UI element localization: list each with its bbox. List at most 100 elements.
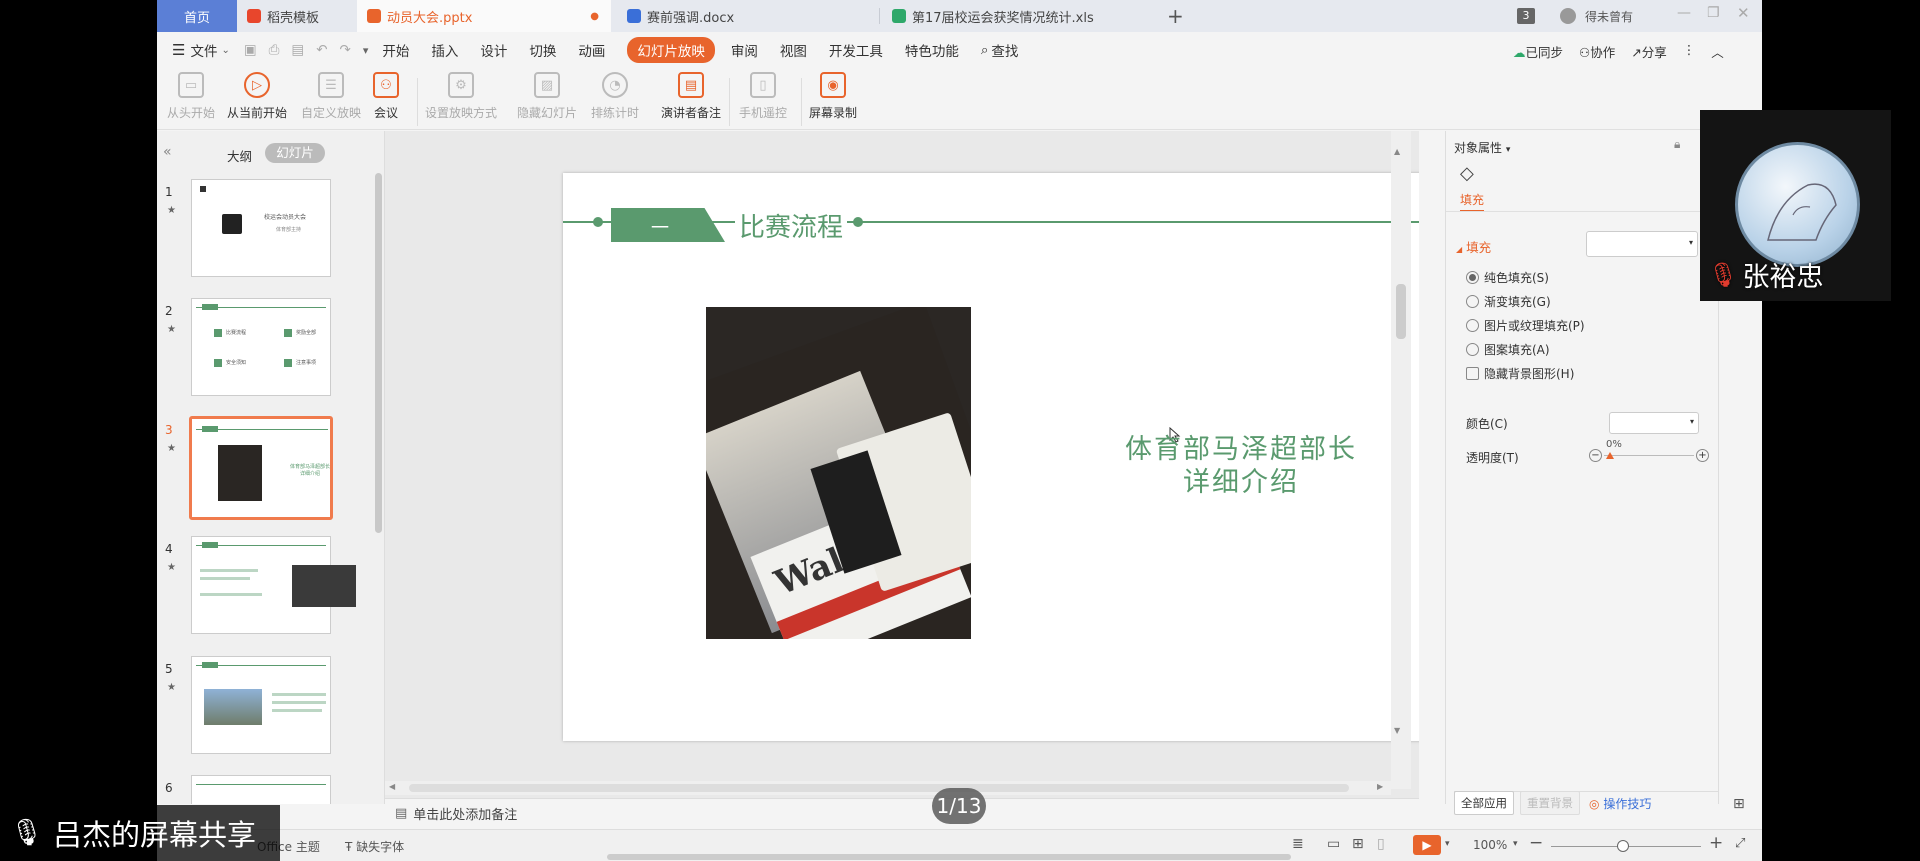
- minimize-icon[interactable]: —: [1677, 5, 1691, 21]
- tab-home[interactable]: 首页: [157, 0, 237, 32]
- vertical-scrollbar[interactable]: ▲ ▼: [1391, 131, 1411, 789]
- slide-thumb-1[interactable]: 校运会动员大会 体育部主持: [191, 179, 331, 277]
- picture-fill-option[interactable]: 图片或纹理填充(P): [1466, 317, 1585, 334]
- slider-handle[interactable]: [1606, 452, 1614, 459]
- chevron-down-icon[interactable]: ▾: [1513, 839, 1518, 849]
- from-current-button[interactable]: ▷ 从当前开始: [227, 72, 287, 121]
- play-slideshow-button[interactable]: ▶: [1413, 835, 1441, 855]
- tab-template[interactable]: 稻壳模板: [237, 0, 357, 32]
- page-scrollbar[interactable]: [607, 854, 1291, 860]
- user-name[interactable]: 得未曾有: [1585, 8, 1633, 25]
- meeting-button[interactable]: ⚇ 会议: [373, 72, 399, 121]
- scroll-left-icon[interactable]: ◀: [389, 782, 395, 791]
- share-button[interactable]: ↗分享: [1631, 42, 1667, 61]
- redo-icon[interactable]: ↷: [340, 42, 351, 58]
- menu-features[interactable]: 特色功能: [905, 40, 959, 60]
- slide-text-box[interactable]: 体育部马泽超部长 详细介绍: [1123, 433, 1359, 499]
- menu-review[interactable]: 审阅: [731, 40, 758, 60]
- rehearse-button[interactable]: ◔ 排练计时: [591, 72, 639, 121]
- solid-fill-option[interactable]: 纯色填充(S): [1466, 269, 1549, 286]
- reset-background-button[interactable]: 重置背景: [1520, 791, 1580, 815]
- outline-tab[interactable]: 大纲: [227, 146, 252, 165]
- hide-slide-button[interactable]: ▨ 隐藏幻灯片: [517, 72, 577, 121]
- new-tab-button[interactable]: +: [1157, 0, 1184, 32]
- sync-status[interactable]: ☁已同步: [1513, 42, 1563, 61]
- menu-animation[interactable]: 动画: [578, 40, 605, 60]
- tab-pptx[interactable]: 动员大会.pptx ●: [357, 0, 611, 32]
- fill-tab[interactable]: 填充: [1460, 191, 1485, 212]
- slide-thumb-6[interactable]: [191, 775, 331, 804]
- close-icon[interactable]: ✕: [1737, 4, 1750, 22]
- custom-show-button[interactable]: ☰ 自定义放映: [301, 72, 361, 121]
- avatar[interactable]: [1560, 8, 1576, 24]
- zoom-out-icon[interactable]: −: [1529, 833, 1543, 853]
- menu-view[interactable]: 视图: [780, 40, 807, 60]
- slide[interactable]: 一 比赛流程 Wall Street: [563, 173, 1419, 741]
- save-icon[interactable]: ▣: [244, 42, 257, 58]
- plus-icon[interactable]: +: [1696, 449, 1709, 462]
- apply-all-button[interactable]: 全部应用: [1454, 791, 1514, 815]
- tips-link[interactable]: ◎ 操作技巧: [1589, 795, 1651, 812]
- panel-title[interactable]: 对象属性 ▾: [1454, 139, 1510, 156]
- grid-apps-icon[interactable]: ⊞: [1733, 796, 1745, 812]
- zoom-slider-handle[interactable]: [1617, 840, 1629, 852]
- menu-slideshow[interactable]: 幻灯片放映: [627, 37, 715, 63]
- fit-window-icon[interactable]: ⤢: [1735, 836, 1745, 851]
- undo-icon[interactable]: ↶: [316, 42, 327, 58]
- missing-font-button[interactable]: Ŧ 缺失字体: [345, 838, 404, 855]
- restore-icon[interactable]: ❐: [1707, 5, 1720, 21]
- window-count-badge[interactable]: 3: [1517, 8, 1535, 24]
- preview-icon[interactable]: ▤: [291, 42, 304, 58]
- fill-section-header[interactable]: ◢ 填充: [1456, 237, 1491, 256]
- menu-design[interactable]: 设计: [480, 40, 507, 60]
- pattern-fill-option[interactable]: 图案填充(A): [1466, 341, 1550, 358]
- more-icon[interactable]: ⋮: [1683, 42, 1696, 61]
- print-icon[interactable]: ⎙: [269, 42, 280, 58]
- setup-show-button[interactable]: ⚙ 设置放映方式: [425, 72, 497, 121]
- minus-icon[interactable]: −: [1589, 449, 1602, 462]
- screen-record-button[interactable]: ◉ 屏幕录制: [809, 72, 857, 121]
- menu-start[interactable]: 开始: [382, 40, 409, 60]
- scroll-thumb[interactable]: [1396, 284, 1406, 339]
- slide-title[interactable]: 比赛流程: [735, 207, 848, 244]
- file-menu[interactable]: ☰ 文件 ⌄: [172, 40, 230, 60]
- tab-xls[interactable]: 第17届校运会获奖情况统计.xls: [882, 0, 1142, 32]
- collab-button[interactable]: ⚇协作: [1579, 42, 1615, 61]
- remote-control-button[interactable]: ▯ 手机遥控: [739, 72, 787, 121]
- sorter-view-icon[interactable]: ⊞: [1352, 836, 1364, 852]
- thumbnail-scrollbar[interactable]: [375, 173, 382, 533]
- lock-icon[interactable]: 🔒︎: [1674, 137, 1680, 152]
- reading-view-icon[interactable]: ▯: [1377, 836, 1385, 852]
- notes-view-icon[interactable]: ≣: [1292, 836, 1304, 852]
- slides-tab[interactable]: 幻灯片: [265, 143, 325, 163]
- customize-icon[interactable]: ▾: [363, 44, 369, 57]
- horizontal-scrollbar[interactable]: ◀ ▶: [385, 781, 1391, 795]
- scroll-right-icon[interactable]: ▶: [1377, 782, 1383, 791]
- transparency-slider[interactable]: [1604, 455, 1694, 456]
- slide-thumb-3[interactable]: 体育部马泽超部长 详细介绍: [189, 416, 333, 520]
- collapse-panel-icon[interactable]: «: [163, 144, 172, 160]
- search-button[interactable]: ⌕ 查找: [981, 40, 1019, 60]
- menu-insert[interactable]: 插入: [431, 40, 458, 60]
- book-photo[interactable]: Wall Street: [706, 307, 971, 639]
- h-scroll-thumb[interactable]: [409, 784, 1349, 792]
- hide-bg-checkbox[interactable]: 隐藏背景图形(H): [1466, 365, 1574, 382]
- collapse-ribbon-icon[interactable]: ︿: [1711, 42, 1724, 61]
- chevron-down-icon[interactable]: ▾: [1445, 839, 1450, 849]
- tab-docx[interactable]: 赛前强调.docx: [617, 0, 877, 32]
- scroll-up-icon[interactable]: ▲: [1394, 147, 1400, 156]
- scroll-down-icon[interactable]: ▼: [1394, 726, 1400, 735]
- speaker-notes-button[interactable]: ▤ 演讲者备注: [661, 72, 721, 121]
- participant-video[interactable]: 🎙︎ 张裕忠: [1700, 110, 1891, 301]
- menu-transition[interactable]: 切换: [529, 40, 556, 60]
- zoom-level[interactable]: 100%: [1473, 838, 1507, 852]
- paint-bucket-icon[interactable]: ◇: [1460, 163, 1474, 184]
- slide-thumb-2[interactable]: 比赛流程 奖励全部 安全须知 注意事项: [191, 298, 331, 396]
- zoom-in-icon[interactable]: +: [1709, 833, 1723, 853]
- normal-view-icon[interactable]: ▭: [1327, 836, 1340, 852]
- from-start-button[interactable]: ▭ 从头开始: [167, 72, 215, 121]
- menu-developer[interactable]: 开发工具: [829, 40, 883, 60]
- gradient-fill-option[interactable]: 渐变填充(G): [1466, 293, 1551, 310]
- slide-thumb-4[interactable]: [191, 536, 356, 634]
- color-picker[interactable]: ▾: [1609, 412, 1699, 434]
